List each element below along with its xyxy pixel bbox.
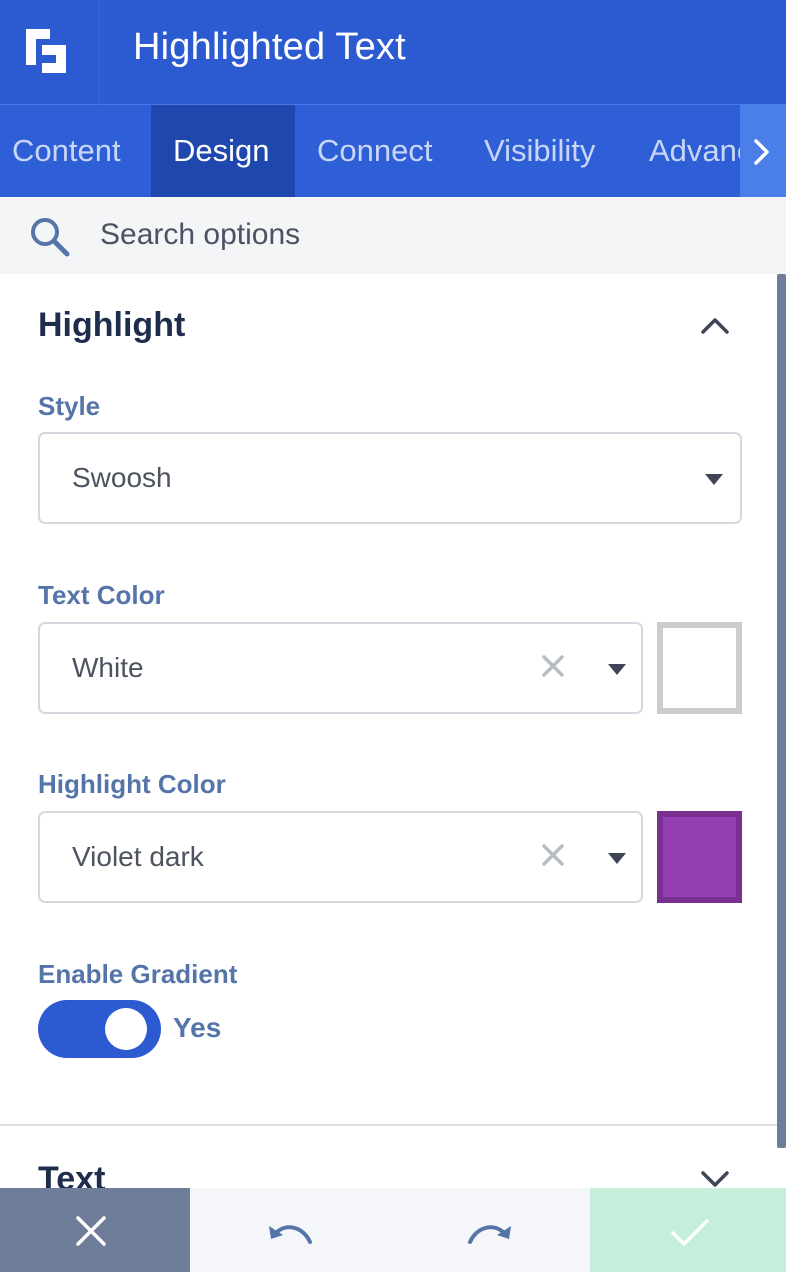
clear-icon[interactable] xyxy=(541,654,565,678)
tab-connect[interactable]: Connect xyxy=(295,105,460,197)
enable-gradient-label: Enable Gradient xyxy=(38,959,238,989)
chevron-right-icon xyxy=(754,139,769,165)
scrollbar[interactable] xyxy=(777,274,786,1148)
caret-down-icon xyxy=(608,853,626,864)
undo-button[interactable] xyxy=(190,1188,390,1272)
caret-down-icon xyxy=(608,664,626,675)
highlight-color-select-value: Violet dark xyxy=(72,841,204,872)
highlight-color-label: Highlight Color xyxy=(38,769,226,799)
check-icon xyxy=(671,1219,709,1246)
highlight-color-swatch[interactable] xyxy=(657,811,742,903)
save-button[interactable] xyxy=(590,1188,786,1272)
logo-button[interactable] xyxy=(0,0,100,105)
logo-icon xyxy=(26,29,66,73)
tab-bar: Content Design Connect Visibility Advanc… xyxy=(0,105,786,197)
caret-down-icon xyxy=(705,474,723,485)
style-select-value: Swoosh xyxy=(72,462,172,493)
section-divider xyxy=(0,1124,777,1126)
tabs-scroll-right-button[interactable] xyxy=(740,105,786,197)
tab-visibility[interactable]: Visibility xyxy=(460,105,625,197)
search-icon xyxy=(31,218,70,257)
tab-advanced[interactable]: Advanced xyxy=(625,105,740,197)
style-select[interactable]: Swoosh xyxy=(38,432,742,524)
style-label: Style xyxy=(38,391,101,421)
redo-icon xyxy=(468,1225,511,1244)
clear-icon[interactable] xyxy=(541,843,565,867)
redo-button[interactable] xyxy=(390,1188,590,1272)
close-icon xyxy=(76,1216,106,1246)
text-color-select-value: White xyxy=(72,652,144,683)
panel-header: Highlighted Text xyxy=(0,0,786,105)
enable-gradient-state: Yes xyxy=(173,1012,222,1043)
section-title-highlight[interactable]: Highlight xyxy=(38,306,185,345)
search-bar xyxy=(0,197,786,274)
tab-content[interactable]: Content xyxy=(0,105,151,197)
highlight-color-select[interactable]: Violet dark xyxy=(38,811,643,903)
undo-icon xyxy=(269,1225,312,1244)
cancel-button[interactable] xyxy=(0,1188,190,1272)
chevron-down-icon[interactable] xyxy=(700,1170,730,1188)
chevron-up-icon[interactable] xyxy=(700,314,730,336)
tab-design[interactable]: Design xyxy=(151,105,295,197)
search-input[interactable] xyxy=(100,213,700,257)
enable-gradient-toggle[interactable] xyxy=(38,1000,161,1058)
text-color-select[interactable]: White xyxy=(38,622,643,714)
action-footer xyxy=(0,1188,786,1272)
text-color-label: Text Color xyxy=(38,580,165,610)
text-color-swatch[interactable] xyxy=(657,622,742,714)
panel-title: Highlighted Text xyxy=(133,26,406,68)
toggle-knob xyxy=(105,1008,147,1050)
